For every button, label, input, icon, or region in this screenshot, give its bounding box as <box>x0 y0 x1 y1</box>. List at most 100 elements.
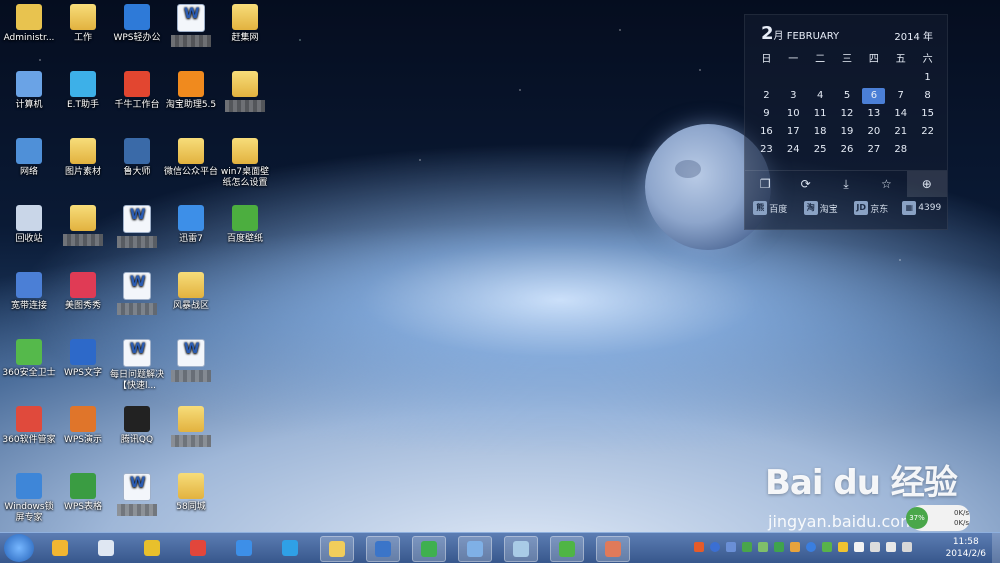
show-desktop-button[interactable] <box>992 533 1000 563</box>
shield-icon[interactable] <box>790 542 800 552</box>
desktop-icon[interactable]: 360安全卫士 <box>1 339 57 379</box>
calendar-day[interactable]: 16 <box>753 123 780 141</box>
desktop-icon[interactable]: 淘宝助理5.5 <box>163 71 219 111</box>
start-button[interactable] <box>4 534 34 562</box>
desktop-icon[interactable]: 计算机 <box>1 71 57 111</box>
link-4399[interactable]: ▦ 4399 <box>897 201 948 215</box>
desktop-icon[interactable] <box>163 406 219 448</box>
desktop-icon[interactable]: 美图秀秀 <box>55 272 111 312</box>
calendar-day[interactable]: 26 <box>834 141 861 159</box>
desktop-icon[interactable]: win7桌面壁纸怎么设置 <box>217 138 273 189</box>
taskbar-app[interactable] <box>90 536 122 560</box>
desktop-icon[interactable]: 网络 <box>1 138 57 178</box>
desktop-icon[interactable] <box>217 71 273 113</box>
desktop-icon[interactable]: 每日问题解决【快速l... <box>109 339 165 392</box>
taskbar-app[interactable] <box>550 536 584 562</box>
desktop-icon[interactable]: WPS表格 <box>55 473 111 513</box>
tray-app-icon[interactable] <box>758 542 768 552</box>
keyboard-icon[interactable] <box>726 542 736 552</box>
desktop-icon[interactable]: 风暴战区 <box>163 272 219 312</box>
calendar-day[interactable]: 27 <box>860 141 887 159</box>
calendar-day[interactable]: 9 <box>753 105 780 123</box>
link-taobao[interactable]: 淘淘宝 <box>796 201 847 215</box>
desktop-icon[interactable]: 工作 <box>55 4 111 44</box>
taskbar-app[interactable] <box>320 536 354 562</box>
desktop-icon[interactable]: Windows锁屏专家 <box>1 473 57 524</box>
desktop-icon[interactable]: 千牛工作台 <box>109 71 165 111</box>
360-tray-icon[interactable] <box>774 542 784 552</box>
sogou-icon[interactable] <box>694 542 704 552</box>
desktop-icon[interactable]: 鲁大师 <box>109 138 165 178</box>
taskbar-app[interactable] <box>274 536 306 560</box>
calendar-day[interactable]: 24 <box>780 141 807 159</box>
desktop-icon[interactable] <box>109 473 165 517</box>
desktop-icon[interactable]: 58同城 <box>163 473 219 513</box>
link-jd[interactable]: JD 京东 <box>846 201 897 215</box>
calendar-day[interactable]: 20 <box>860 123 887 141</box>
calendar-day[interactable]: 25 <box>807 141 834 159</box>
calendar-day[interactable]: 8 <box>914 87 941 105</box>
help-icon[interactable] <box>710 542 720 552</box>
desktop-icon[interactable] <box>109 272 165 316</box>
desktop-icon[interactable]: Administr... <box>1 4 57 44</box>
desktop-icon[interactable]: 赶集网 <box>217 4 273 44</box>
desktop-icon[interactable]: 微信公众平台 <box>163 138 219 178</box>
desktop-icon[interactable] <box>163 339 219 383</box>
calendar-day[interactable]: 17 <box>780 123 807 141</box>
tray-app-icon[interactable] <box>806 542 816 552</box>
calendar-day[interactable]: 4 <box>807 87 834 105</box>
calendar-day[interactable]: 12 <box>834 105 861 123</box>
taskbar-app[interactable] <box>366 536 400 562</box>
desktop-icon[interactable]: WPS轻办公 <box>109 4 165 44</box>
calendar-day[interactable]: 19 <box>834 123 861 141</box>
calendar-day[interactable]: 1 <box>914 69 941 87</box>
calendar-today[interactable]: 6 <box>862 88 886 104</box>
desktop-icon[interactable]: 360软件管家 <box>1 406 57 446</box>
tray-app-icon[interactable] <box>822 542 832 552</box>
calendar-day[interactable]: 11 <box>807 105 834 123</box>
desktop-icon[interactable] <box>55 205 111 247</box>
desktop-icon[interactable]: 宽带连接 <box>1 272 57 312</box>
link-baidu[interactable]: 熊百度 <box>745 201 796 215</box>
star-icon[interactable]: ☆ <box>866 171 906 197</box>
calendar-day[interactable]: 23 <box>753 141 780 159</box>
desktop-icon[interactable]: WPS文字 <box>55 339 111 379</box>
calendar-day[interactable]: 15 <box>914 105 941 123</box>
taskbar-app[interactable] <box>458 536 492 562</box>
tray-app-icon[interactable] <box>742 542 752 552</box>
calendar-day[interactable]: 7 <box>887 87 914 105</box>
desktop-icon[interactable]: 回收站 <box>1 205 57 245</box>
desktop-icon[interactable]: 百度壁纸 <box>217 205 273 245</box>
taskbar-app[interactable] <box>504 536 538 562</box>
taskbar-app[interactable] <box>182 536 214 560</box>
calendar-day[interactable]: 28 <box>887 141 914 159</box>
window-icon[interactable]: ❐ <box>745 171 785 197</box>
calendar-day[interactable]: 14 <box>887 105 914 123</box>
calendar-day[interactable]: 5 <box>834 87 861 105</box>
calendar-day[interactable]: 3 <box>780 87 807 105</box>
calendar-day[interactable]: 13 <box>860 105 887 123</box>
refresh-icon[interactable]: ⟳ <box>785 171 825 197</box>
desktop-icon[interactable]: 迅雷7 <box>163 205 219 245</box>
volume-icon[interactable] <box>902 542 912 552</box>
flag-icon[interactable] <box>854 542 864 552</box>
calendar-day[interactable]: 21 <box>887 123 914 141</box>
globe-icon[interactable]: ⊕ <box>906 171 948 197</box>
desktop-icon[interactable]: WPS演示 <box>55 406 111 446</box>
taskbar-app[interactable] <box>136 536 168 560</box>
calendar-day[interactable]: 22 <box>914 123 941 141</box>
desktop-icon[interactable] <box>163 4 219 48</box>
calendar-day[interactable]: 18 <box>807 123 834 141</box>
tray-app-icon[interactable] <box>838 542 848 552</box>
desktop-icon[interactable]: E.T助手 <box>55 71 111 111</box>
desktop-icon[interactable]: 腾讯QQ <box>109 406 165 446</box>
calendar-day[interactable]: 2 <box>753 87 780 105</box>
taskbar-app[interactable] <box>228 536 260 560</box>
taskbar-app[interactable] <box>412 536 446 562</box>
taskbar-app[interactable] <box>44 536 76 560</box>
calendar-day[interactable]: 10 <box>780 105 807 123</box>
usb-icon[interactable] <box>870 542 880 552</box>
download-icon[interactable]: ⤓ <box>826 171 866 197</box>
wifi-signal-icon[interactable] <box>886 542 896 552</box>
network-speed-widget[interactable]: 37% 0K/s 0K/s <box>906 505 970 531</box>
